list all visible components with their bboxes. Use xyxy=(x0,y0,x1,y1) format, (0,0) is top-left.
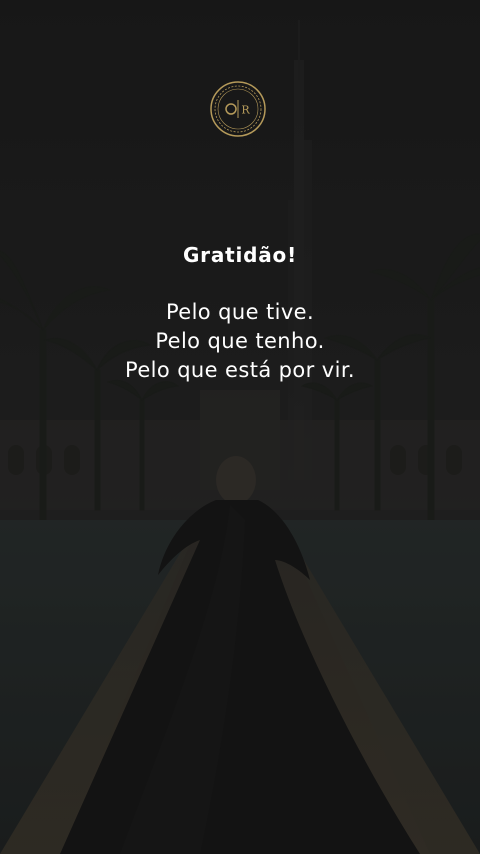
brand-logo: R xyxy=(210,81,266,137)
quote-line: Pelo que está por vir. xyxy=(125,358,355,382)
svg-text:R: R xyxy=(241,104,250,117)
quote-heading: Gratidão! xyxy=(182,243,298,267)
quote-line: Pelo que tive. xyxy=(165,300,315,324)
quote-lines: Pelo que tive. Pelo que tenho. Pelo que … xyxy=(0,298,480,385)
quote-line: Pelo que tenho. xyxy=(155,329,325,353)
story-screen: R Gratidão! Pelo que tive. Pelo que tenh… xyxy=(0,0,480,854)
quote-block: Gratidão! Pelo que tive. Pelo que tenho.… xyxy=(0,240,480,385)
